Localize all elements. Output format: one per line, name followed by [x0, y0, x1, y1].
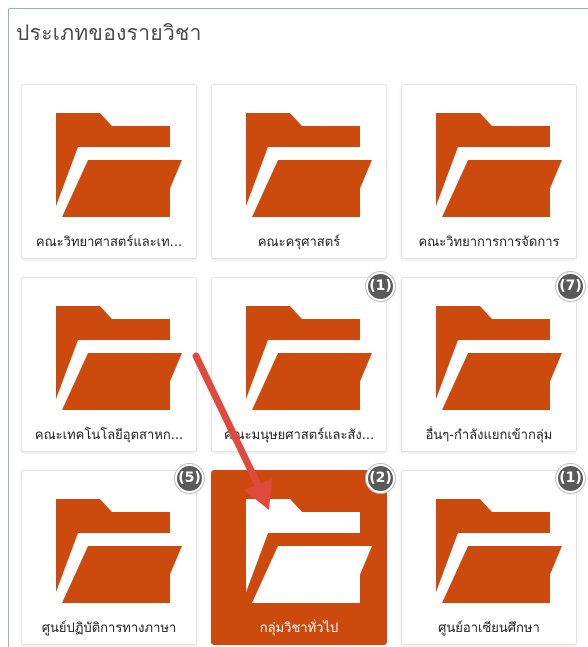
count-badge: (1): [366, 272, 395, 301]
folder-open-icon: [242, 499, 372, 603]
folder-icon: [52, 113, 182, 217]
category-tile-humanities[interactable]: คณะมนุษยศาสตร์และสัง...: [211, 277, 387, 452]
category-label: คณะเทคโนโลยีอุตสาหก...: [34, 428, 184, 443]
category-tile-others[interactable]: อื่นๆ-กำลังแยกเข้ากลุ่ม: [401, 277, 577, 452]
category-label: อื่นๆ-กำลังแยกเข้ากลุ่ม: [425, 428, 553, 443]
folder-icon: [432, 499, 562, 603]
category-label: คณะวิทยาศาสตร์และเท...: [35, 235, 183, 250]
folder-icon: [432, 306, 562, 410]
category-label: คณะวิทยาการการจัดการ: [418, 235, 560, 250]
category-label: คณะครุศาสตร์: [257, 235, 341, 250]
category-tile-language-center[interactable]: ศูนย์ปฏิบัติการทางภาษา: [21, 470, 197, 645]
count-badge: (7): [556, 272, 585, 301]
category-tile-management[interactable]: คณะวิทยาการการจัดการ: [401, 84, 577, 259]
category-tile-education[interactable]: คณะครุศาสตร์: [211, 84, 387, 259]
category-label: คณะมนุษยศาสตร์และสัง...: [223, 428, 375, 443]
count-badge: (2): [366, 464, 395, 493]
panel-title: ประเภทของรายวิชา: [16, 21, 202, 45]
category-label: ศูนย์ปฏิบัติการทางภาษา: [41, 621, 177, 636]
folder-icon: [242, 306, 372, 410]
count-badge: (5): [175, 464, 204, 493]
count-badge: (1): [556, 464, 585, 493]
category-label: ศูนย์อาเซียนศึกษา: [438, 621, 540, 636]
category-tile-science[interactable]: คณะวิทยาศาสตร์และเท...: [21, 84, 197, 259]
folder-icon: [242, 113, 372, 217]
category-label: กลุ่มวิชาทั่วไป: [259, 621, 339, 636]
category-tile-general-education[interactable]: กลุ่มวิชาทั่วไป: [211, 470, 387, 645]
category-tile-asean-center[interactable]: ศูนย์อาเซียนศึกษา: [401, 470, 577, 645]
folder-icon: [432, 113, 562, 217]
folder-icon: [52, 499, 182, 603]
folder-icon: [52, 306, 182, 410]
category-tile-industrial-tech[interactable]: คณะเทคโนโลยีอุตสาหก...: [21, 277, 197, 452]
